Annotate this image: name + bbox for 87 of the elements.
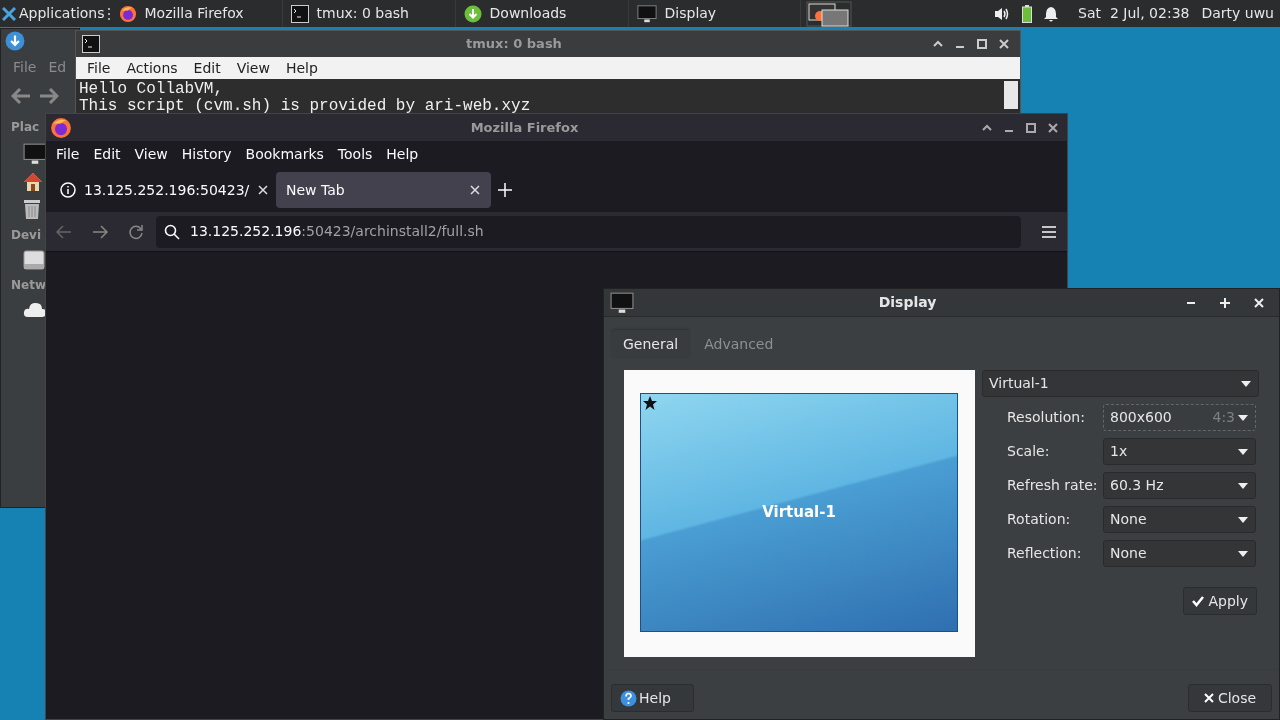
close-icon	[1203, 693, 1214, 703]
setting-dropdown[interactable]: None	[1103, 540, 1256, 567]
scrollbar	[1004, 81, 1018, 109]
menu-item[interactable]: Bookmarks	[239, 144, 330, 165]
terminal-line: This script (cvm.sh) is provided by ari-web.xyz	[79, 98, 531, 115]
clock[interactable]: Sat 2 Jul, 02:38	[1078, 3, 1190, 24]
sidebar-heading: Devi	[10, 227, 42, 244]
workspace-switcher[interactable]	[805, 0, 852, 27]
taskbar-button[interactable]: Mozilla Firefox	[110, 0, 283, 27]
caret-icon	[1237, 447, 1249, 456]
star-icon	[642, 395, 658, 411]
menu-item[interactable]: File	[81, 57, 117, 79]
back-arrow-icon[interactable]	[56, 223, 72, 240]
firefox-icon	[118, 4, 137, 23]
window-title: tmux: 0 bash	[466, 35, 562, 54]
trash-icon[interactable]	[23, 198, 41, 220]
setting-dropdown[interactable]: None	[1103, 506, 1256, 533]
apply-button[interactable]: Apply	[1183, 587, 1257, 615]
menu-item[interactable]: Edit	[187, 57, 227, 79]
monitor-dropdown[interactable]: Virtual-1	[982, 370, 1259, 397]
setting-dropdown[interactable]: 60.3 Hz	[1103, 472, 1256, 499]
setting-dropdown[interactable]: 800x600 4:3	[1103, 404, 1256, 431]
url-field[interactable]: 13.125.252.196:50423/archinstall2/full.sh	[156, 215, 1021, 248]
sidebar-heading: Netw	[10, 277, 46, 294]
help-button[interactable]: Help	[611, 684, 694, 712]
monitor-label: Virtual-1	[762, 502, 836, 524]
caret-icon	[1240, 379, 1252, 388]
firefox-icon	[50, 116, 72, 139]
drive-icon[interactable]	[23, 250, 45, 270]
menu-item[interactable]: Actions	[120, 57, 184, 79]
setting-label: Reflection:	[1007, 544, 1083, 563]
back-arrow-icon[interactable]	[11, 88, 31, 104]
reload-icon[interactable]	[128, 223, 144, 240]
monitor-icon	[636, 3, 657, 24]
close-icon[interactable]	[257, 184, 270, 196]
setting-label: Resolution:	[1007, 408, 1086, 427]
close-icon[interactable]	[469, 184, 481, 196]
notification-bell-icon[interactable]	[1044, 5, 1059, 22]
menu-item[interactable]: Tools	[331, 144, 379, 165]
download-icon	[463, 4, 482, 23]
menu-item[interactable]: Help	[380, 144, 425, 165]
menu-item[interactable]: View	[230, 57, 276, 79]
window-title: Mozilla Firefox	[470, 118, 579, 137]
sidebar-heading: Plac	[10, 119, 40, 136]
setting-label: Refresh rate:	[1007, 476, 1099, 495]
setting-label: Scale:	[1007, 442, 1051, 461]
browser-tab[interactable]: New Tab	[276, 172, 491, 208]
volume-icon[interactable]	[994, 6, 1011, 21]
taskbar-button[interactable]: tmux: 0 bash	[282, 0, 456, 27]
terminal-line: Hello CollabVM,	[79, 81, 224, 98]
applications-menu[interactable]: Applications	[0, 0, 107, 27]
browser-tab[interactable]: 13.125.252.196:50423/	[50, 172, 270, 208]
setting-label: Rotation:	[1007, 510, 1072, 529]
checkmark-icon	[1192, 595, 1205, 607]
xfce-logo-icon	[2, 6, 16, 21]
window-title: Display	[878, 293, 937, 312]
forward-arrow-icon[interactable]	[39, 88, 59, 104]
menu-item[interactable]: Help	[279, 57, 324, 79]
menu-icon[interactable]	[1041, 224, 1057, 239]
menu-item[interactable]: History	[175, 144, 238, 165]
help-icon	[620, 689, 637, 707]
terminal-icon	[290, 4, 309, 23]
caret-icon	[1237, 413, 1249, 422]
drag-handle-icon	[106, 7, 111, 20]
info-icon	[60, 182, 76, 198]
new-tab-plus-icon[interactable]	[497, 182, 513, 198]
user-name[interactable]: Darty uwu	[1201, 3, 1274, 24]
setting-dropdown[interactable]: 1x	[1103, 438, 1256, 465]
menu-item[interactable]: File	[50, 144, 86, 165]
terminal-icon	[82, 35, 100, 53]
taskbar-button[interactable]: Display	[628, 0, 801, 27]
forward-arrow-icon[interactable]	[92, 223, 108, 240]
search-icon	[164, 223, 180, 240]
caret-icon	[1237, 549, 1249, 558]
menu-item[interactable]: View	[128, 144, 174, 165]
taskbar-button[interactable]: Downloads	[455, 0, 629, 27]
download-icon	[5, 31, 25, 51]
monitor-icon	[23, 142, 47, 166]
tab[interactable]: General	[612, 330, 690, 358]
caret-icon	[1237, 481, 1249, 490]
battery-icon[interactable]	[1022, 4, 1033, 23]
home-icon[interactable]	[23, 172, 43, 192]
close-button[interactable]: Close	[1188, 684, 1272, 712]
cloud-icon[interactable]	[23, 300, 47, 318]
monitor-icon	[610, 290, 634, 315]
caret-icon	[1237, 515, 1249, 524]
menu-item[interactable]: Edit	[87, 144, 127, 165]
